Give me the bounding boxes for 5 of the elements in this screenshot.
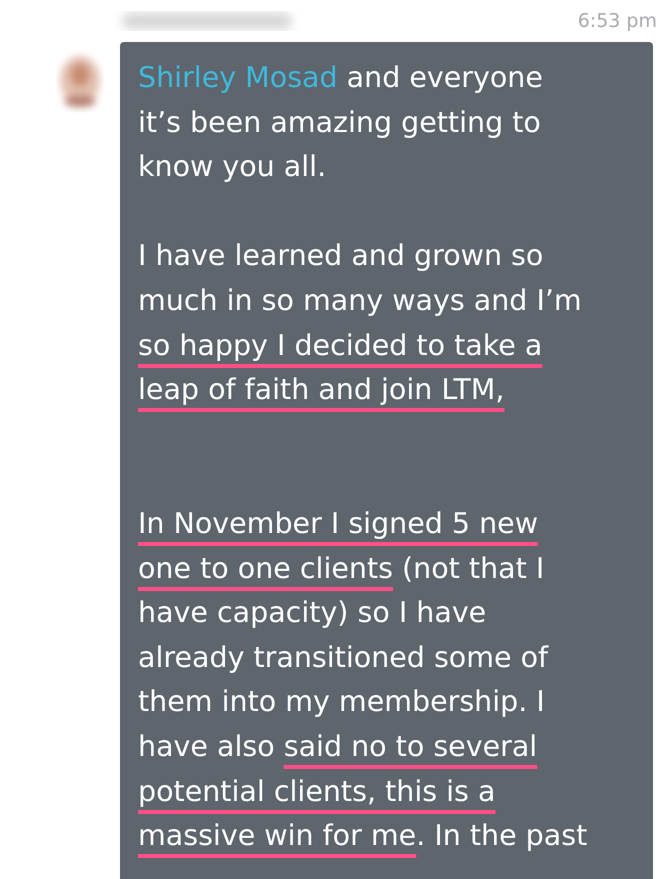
message-time: 6:53 pm bbox=[578, 10, 657, 32]
mention-link[interactable]: Shirley Mosad bbox=[138, 61, 338, 94]
message-paragraph: Shirley Mosad and everyone it’s been amazing getting to know you all. bbox=[138, 60, 544, 186]
message-paragraph: In November I signed 5 new one to one clients (not that I have capacity) so I have already transitioned some of them into my membership. I have also said no to several potential clients, this is a massive win for me. In the past bbox=[138, 506, 588, 854]
message-paragraph: I have learned and grown so much in so many ways and I’m so happy I decided to take a leap of faith and join LTM, bbox=[138, 238, 583, 408]
